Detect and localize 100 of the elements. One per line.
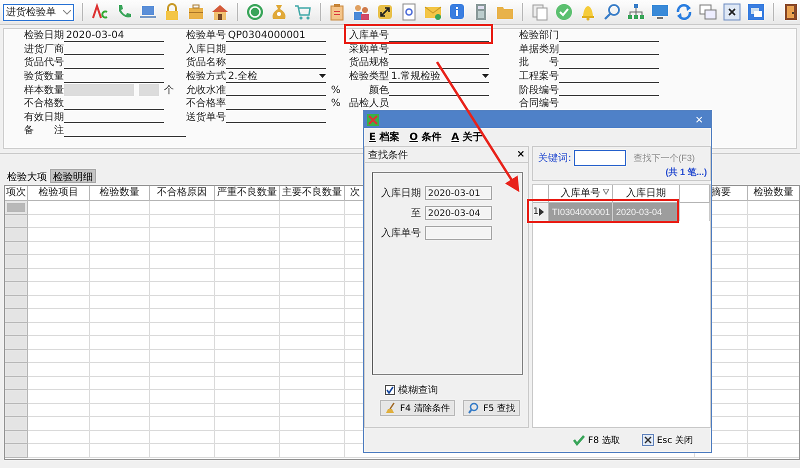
field-label: 至 bbox=[410, 207, 421, 220]
field-label: 货品名称 bbox=[186, 57, 226, 68]
field-label: 备 注 bbox=[24, 125, 64, 136]
find-button[interactable]: F5 查找 bbox=[463, 400, 520, 416]
field-label: 不合格率 bbox=[186, 98, 226, 110]
field-label: 送货单号 bbox=[186, 112, 226, 123]
column-header: 检验项目 bbox=[28, 186, 90, 201]
field-label: 工程案号 bbox=[519, 71, 559, 82]
table-cell: 2020-03-04 bbox=[613, 203, 680, 221]
column-header bbox=[680, 185, 710, 203]
cart-icon[interactable] bbox=[294, 3, 312, 21]
windows-icon[interactable] bbox=[699, 3, 718, 21]
field-label: 检验方式 bbox=[186, 71, 226, 82]
check-icon[interactable] bbox=[555, 3, 574, 21]
field-label: 入库单号 bbox=[380, 226, 421, 240]
menu-item[interactable]: O 条件 bbox=[409, 130, 442, 144]
broom-icon bbox=[385, 402, 397, 414]
field-label: 检验单号 bbox=[186, 30, 226, 42]
unit-label: % bbox=[331, 98, 341, 110]
column-header: 检验数量 bbox=[748, 186, 799, 201]
input-field[interactable]: QP0304000001 bbox=[226, 30, 326, 42]
row-header[interactable]: 1 bbox=[533, 203, 549, 221]
field-label: 允收水准 bbox=[186, 84, 226, 96]
unit-label: % bbox=[331, 84, 341, 96]
field-label: 进货厂商 bbox=[24, 44, 64, 55]
copy-icon[interactable] bbox=[531, 3, 550, 21]
close-button[interactable]: × bbox=[695, 112, 703, 127]
laptop-icon[interactable] bbox=[138, 3, 157, 21]
close-button[interactable]: Esc 关闭 bbox=[636, 432, 699, 448]
select-button[interactable]: F8 选取 bbox=[567, 432, 626, 448]
info-icon[interactable] bbox=[448, 3, 466, 21]
input-field[interactable] bbox=[139, 84, 159, 96]
people-icon[interactable] bbox=[352, 3, 370, 21]
input-field[interactable] bbox=[425, 226, 492, 240]
field-label: 品检人员 bbox=[349, 98, 389, 110]
count-link[interactable]: (共 1 笔...) bbox=[665, 167, 707, 178]
panel-title: 查找条件 bbox=[368, 148, 408, 162]
column-header: 严重不良数量 bbox=[215, 186, 280, 201]
field-label: 验货数量 bbox=[24, 71, 64, 82]
keyword-field[interactable] bbox=[574, 150, 626, 166]
checkbox[interactable] bbox=[385, 385, 395, 395]
field-label: 入库日期 bbox=[186, 44, 226, 55]
column-header: 不合格原因 bbox=[150, 186, 215, 201]
hierarchy-icon[interactable] bbox=[627, 3, 646, 21]
field-label: 货品代号 bbox=[24, 57, 64, 68]
field-label: 不合格数 bbox=[24, 98, 64, 110]
clear-button[interactable]: F4 清除条件 bbox=[380, 400, 455, 416]
check-icon bbox=[573, 434, 586, 446]
dropdown-field[interactable]: 2.全检 bbox=[226, 70, 326, 83]
field-label: 入库单号 bbox=[349, 30, 389, 42]
coin-icon[interactable] bbox=[246, 3, 264, 21]
monitor-icon[interactable] bbox=[651, 3, 670, 21]
column-header: 检验数量 bbox=[90, 186, 150, 201]
dropdown-field[interactable]: 1.常规检验 bbox=[389, 70, 489, 83]
app-icon bbox=[367, 114, 379, 126]
field-label: 单据类别 bbox=[519, 44, 559, 55]
money-bag-icon[interactable] bbox=[270, 3, 288, 21]
field-label: 批 号 bbox=[519, 57, 559, 68]
field-label: 有效日期 bbox=[24, 112, 64, 123]
briefcase-icon[interactable] bbox=[186, 3, 205, 21]
filter-icon[interactable] bbox=[603, 189, 609, 195]
house-icon[interactable] bbox=[210, 3, 229, 21]
search-icon[interactable] bbox=[603, 3, 622, 21]
document-icon[interactable] bbox=[400, 3, 418, 21]
field-label: 检验类型 bbox=[349, 71, 389, 82]
input-field[interactable]: 2020-03-04 bbox=[64, 30, 164, 42]
tab[interactable]: 检验明细 bbox=[50, 169, 96, 183]
menu-item[interactable]: A 关于 bbox=[451, 130, 483, 144]
letters-icon[interactable] bbox=[90, 3, 109, 21]
field-label: 颜色 bbox=[368, 84, 389, 96]
restore-window-icon[interactable] bbox=[747, 3, 766, 21]
input-field[interactable]: 2020-03-01 bbox=[425, 186, 492, 200]
column-header: 主要不良数量 bbox=[280, 186, 345, 201]
input-field[interactable]: 2020-03-04 bbox=[425, 206, 492, 220]
close-button[interactable]: × bbox=[516, 149, 525, 160]
caret-icon bbox=[62, 10, 71, 14]
clipboard-icon[interactable] bbox=[328, 3, 346, 21]
document-type-dropdown[interactable]: 进货检验单 bbox=[3, 4, 74, 20]
check-icon bbox=[386, 386, 394, 394]
menu-item[interactable]: E 档案 bbox=[369, 130, 400, 144]
field-label: 采购单号 bbox=[349, 44, 389, 55]
field-label: 关键词: bbox=[538, 152, 572, 165]
refresh-icon[interactable] bbox=[675, 3, 694, 21]
search-icon bbox=[468, 402, 480, 414]
close-icon bbox=[642, 434, 654, 446]
table-cell: TI0304000001 bbox=[549, 203, 613, 221]
caret-icon bbox=[319, 74, 326, 78]
input-field[interactable] bbox=[64, 84, 134, 96]
unit-label: 个 bbox=[164, 84, 174, 98]
close-icon[interactable] bbox=[723, 3, 742, 21]
caret-icon bbox=[482, 74, 489, 78]
field-label: 样本数量 bbox=[24, 84, 64, 96]
field-label: 入库日期 bbox=[380, 186, 421, 200]
field-label: 检验部门 bbox=[519, 30, 559, 42]
field-label: 货品规格 bbox=[349, 57, 389, 68]
field-label: 检验日期 bbox=[24, 30, 64, 42]
field-label: 阶段编号 bbox=[519, 84, 559, 96]
tab[interactable]: 检验大项 bbox=[4, 169, 50, 183]
checkbox-label: 模糊查询 bbox=[398, 384, 438, 397]
pointer-icon bbox=[538, 208, 544, 216]
